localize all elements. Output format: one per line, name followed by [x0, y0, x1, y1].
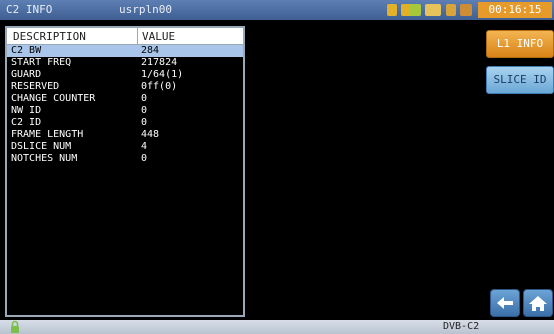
row-value: 0	[141, 117, 148, 128]
info-table: DESCRIPTION VALUE C2 BW 284 START FREQ 2…	[5, 26, 245, 317]
l1-info-button[interactable]: L1 INFO	[486, 30, 554, 58]
back-button[interactable]	[490, 289, 520, 317]
row-description: CHANGE COUNTER	[11, 93, 96, 104]
home-button[interactable]	[523, 289, 553, 317]
row-description: DSLICE NUM	[11, 141, 72, 152]
col-value: VALUE	[142, 30, 176, 43]
bottom-status-bar: DVB-C2	[0, 320, 554, 334]
table-row[interactable]: NW ID 0	[7, 105, 243, 117]
home-icon	[529, 296, 547, 311]
power-icon	[460, 4, 472, 16]
signal-icon	[401, 4, 421, 16]
row-value: 0	[141, 93, 148, 104]
slice-id-button[interactable]: SLICE ID	[486, 66, 554, 94]
table-header: DESCRIPTION VALUE	[7, 28, 243, 45]
row-value: 0	[141, 153, 148, 164]
top-bar: C2 INFO usrpln00 00:16:15	[0, 0, 554, 20]
table-row[interactable]: FRAME LENGTH 448	[7, 129, 243, 141]
mode-label: DVB-C2	[443, 321, 480, 332]
row-description: NOTCHES NUM	[11, 153, 78, 164]
table-row[interactable]: NOTCHES NUM 0	[7, 153, 243, 165]
row-description: C2 ID	[11, 117, 42, 128]
row-description: START FREQ	[11, 57, 72, 68]
column-divider	[137, 28, 138, 44]
table-row[interactable]: C2 ID 0	[7, 117, 243, 129]
table-row[interactable]: C2 BW 284	[7, 45, 243, 57]
row-value: 4	[141, 141, 148, 152]
lock-icon	[11, 320, 19, 333]
row-description: FRAME LENGTH	[11, 129, 84, 140]
row-value: 1/64(1)	[141, 69, 184, 80]
row-description: GUARD	[11, 69, 42, 80]
row-value: 0	[141, 105, 148, 116]
row-value: 217824	[141, 57, 178, 68]
row-value: 0ff(0)	[141, 81, 178, 92]
battery-icon	[387, 4, 397, 16]
row-description: RESERVED	[11, 81, 60, 92]
col-description: DESCRIPTION	[13, 30, 86, 43]
row-description: NW ID	[11, 105, 42, 116]
row-value: 448	[141, 129, 160, 140]
row-value: 284	[141, 45, 160, 56]
row-description: C2 BW	[11, 45, 42, 56]
storage-icon	[425, 4, 441, 16]
wifi-icon	[446, 4, 456, 16]
table-row[interactable]: START FREQ 217824	[7, 57, 243, 69]
table-row[interactable]: DSLICE NUM 4	[7, 141, 243, 153]
clock-display: 00:16:15	[478, 2, 552, 18]
table-row[interactable]: CHANGE COUNTER 0	[7, 93, 243, 105]
table-row[interactable]: RESERVED 0ff(0)	[7, 81, 243, 93]
back-arrow-icon	[497, 297, 513, 309]
user-label: usrpln00	[119, 3, 172, 16]
page-title: C2 INFO	[6, 3, 53, 16]
table-row[interactable]: GUARD 1/64(1)	[7, 69, 243, 81]
